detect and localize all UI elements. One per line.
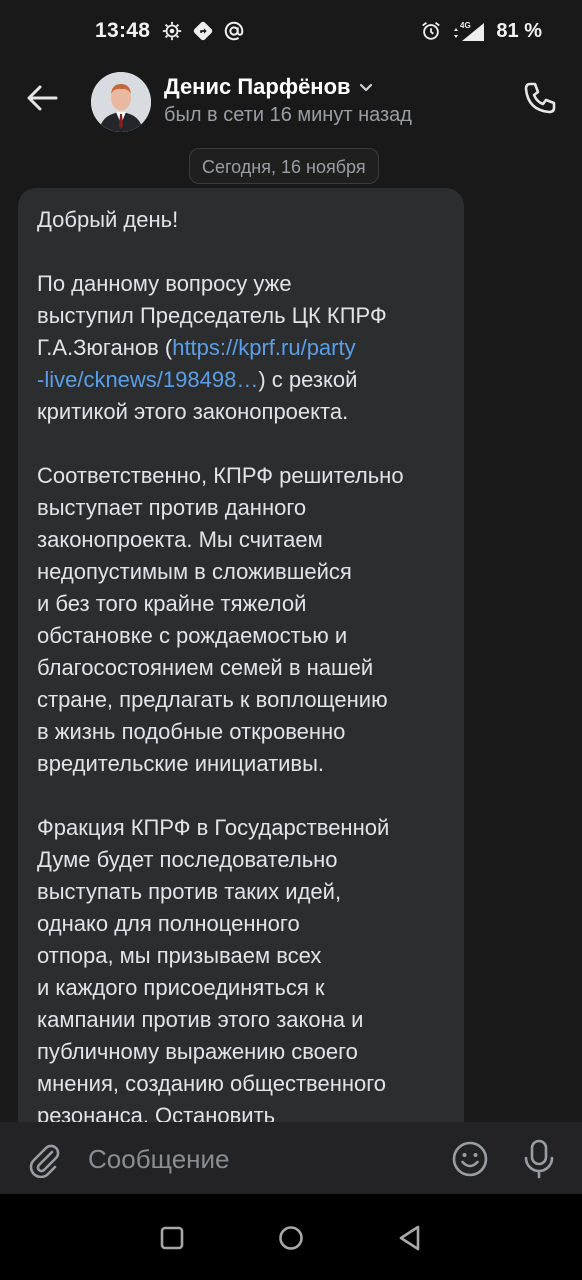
paperclip-icon[interactable] bbox=[24, 1138, 64, 1178]
avatar-photo bbox=[91, 72, 151, 132]
message-paragraph-text: Фракция КПРФ в Государственной Думе буде… bbox=[37, 815, 390, 1128]
message-text: Добрый день! По данному вопросу уже выст… bbox=[37, 204, 452, 1132]
arrow-left-icon[interactable] bbox=[22, 78, 62, 118]
network-badge: 4G bbox=[460, 21, 471, 30]
smile-icon[interactable] bbox=[451, 1140, 489, 1178]
home-icon[interactable] bbox=[273, 1220, 309, 1256]
alarm-icon bbox=[422, 22, 441, 40]
date-separator: Сегодня, 16 ноября bbox=[189, 148, 379, 184]
chevron-down-icon[interactable] bbox=[357, 78, 375, 96]
back-nav-icon[interactable] bbox=[392, 1220, 428, 1256]
status-bar: 13:48 4G 81 % bbox=[0, 0, 582, 64]
message-input[interactable] bbox=[86, 1138, 430, 1180]
signal-icon: 4G bbox=[454, 21, 485, 41]
status-time: 13:48 bbox=[95, 19, 151, 42]
message-paragraph-text: Соответственно, КПРФ решительно выступае… bbox=[37, 463, 404, 776]
microphone-icon[interactable] bbox=[520, 1138, 558, 1180]
notification-icons bbox=[161, 20, 245, 42]
contact-name-row[interactable]: Денис Парфёнов bbox=[164, 74, 375, 100]
chat-header: Денис Парфёнов был в сети 16 минут назад bbox=[0, 64, 582, 136]
message-paragraph-greeting: Добрый день! bbox=[37, 207, 179, 232]
message-composer bbox=[0, 1122, 582, 1194]
system-navigation-bar bbox=[0, 1194, 582, 1280]
directions-icon bbox=[193, 21, 213, 41]
at-icon bbox=[224, 21, 244, 41]
message-bubble[interactable]: Добрый день! По данному вопросу уже выст… bbox=[18, 188, 464, 1148]
phone-icon[interactable] bbox=[520, 78, 560, 118]
cpu-icon bbox=[162, 21, 182, 41]
status-right: 4G 81 % bbox=[420, 19, 542, 43]
avatar[interactable] bbox=[91, 72, 151, 132]
recents-icon[interactable] bbox=[154, 1220, 190, 1256]
last-seen-status: был в сети 16 минут назад bbox=[164, 104, 412, 126]
contact-name[interactable]: Денис Парфёнов bbox=[164, 74, 351, 100]
battery-level: 81 % bbox=[496, 19, 542, 42]
